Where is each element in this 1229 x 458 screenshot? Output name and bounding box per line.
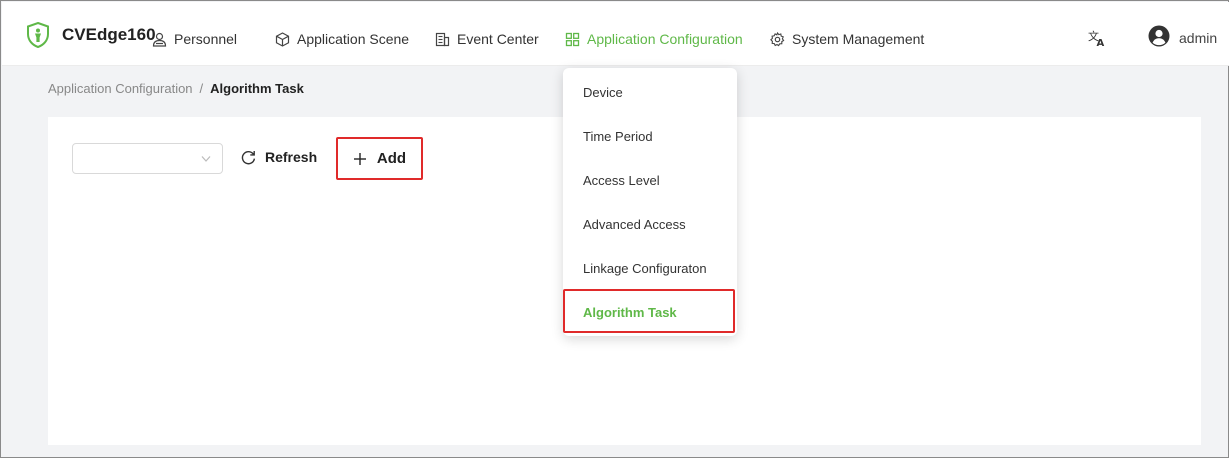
nav-label: Application Configuration: [587, 31, 743, 47]
menu-item-label: Advanced Access: [583, 216, 686, 232]
refresh-icon: [241, 150, 256, 164]
menu-item-access-level[interactable]: Access Level: [563, 160, 737, 200]
menu-item-label: Access Level: [583, 172, 660, 188]
breadcrumb-separator: /: [199, 81, 204, 96]
menu-item-label: Linkage Configuraton: [583, 260, 707, 276]
application-configuration-dropdown: Device Time Period Access Level Advanced…: [563, 68, 737, 336]
user-avatar-icon[interactable]: [1148, 25, 1170, 47]
shield-logo-icon: [27, 22, 49, 48]
menu-item-label: Device: [583, 84, 623, 100]
nav-item-event-center[interactable]: Event Center: [435, 29, 539, 49]
translate-icon[interactable]: 文 A: [1087, 28, 1107, 48]
cube-icon: [275, 31, 290, 47]
menu-item-label: Time Period: [583, 128, 653, 144]
user-name[interactable]: admin: [1179, 30, 1217, 46]
svg-text:A: A: [1097, 38, 1105, 48]
building-icon: [435, 32, 450, 46]
refresh-button[interactable]: Refresh: [241, 149, 317, 165]
nav-item-application-scene[interactable]: Application Scene: [275, 29, 409, 49]
chevron-down-icon: [201, 156, 211, 162]
app-frame: CVEdge160 Personnel Application Scene Ev…: [0, 0, 1229, 458]
gear-icon: [770, 31, 785, 46]
nav-item-personnel[interactable]: Personnel: [152, 29, 237, 49]
plus-icon: [353, 152, 366, 165]
breadcrumb: Application Configuration / Algorithm Task: [48, 81, 304, 96]
filter-select[interactable]: [72, 143, 223, 174]
nav-label: Personnel: [174, 31, 238, 47]
brand-name: CVEdge160: [62, 25, 156, 44]
nav-label: Event Center: [457, 31, 539, 47]
menu-item-advanced-access[interactable]: Advanced Access: [563, 204, 737, 244]
menu-item-device[interactable]: Device: [563, 72, 737, 112]
breadcrumb-parent[interactable]: Application Configuration: [48, 81, 193, 96]
add-label: Add: [376, 150, 407, 167]
nav-label: Application Scene: [297, 31, 410, 47]
menu-item-linkage-configuration[interactable]: Linkage Configuraton: [563, 248, 737, 288]
nav-label: System Management: [792, 31, 925, 47]
breadcrumb-current: Algorithm Task: [210, 81, 304, 96]
user-icon: [152, 32, 167, 47]
menu-item-time-period[interactable]: Time Period: [563, 116, 737, 156]
grid-icon: [565, 32, 580, 46]
nav-item-system-management[interactable]: System Management: [770, 29, 924, 49]
top-navigation-bar: CVEdge160 Personnel Application Scene Ev…: [2, 2, 1229, 66]
menu-item-algorithm-task[interactable]: Algorithm Task: [563, 292, 737, 332]
add-button[interactable]: Add: [336, 137, 423, 180]
menu-item-label: Algorithm Task: [583, 304, 677, 320]
nav-item-application-configuration[interactable]: Application Configuration: [565, 29, 743, 49]
refresh-label: Refresh: [265, 149, 318, 165]
